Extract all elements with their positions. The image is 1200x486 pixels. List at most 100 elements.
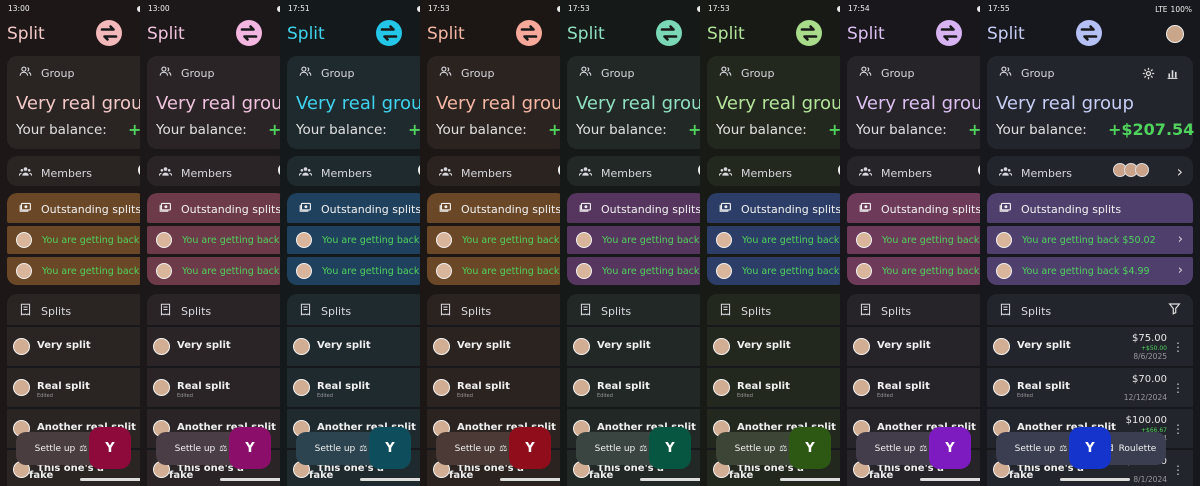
bar-chart-icon[interactable] [1166, 65, 1179, 84]
outstanding-header[interactable]: Outstanding splits [7, 193, 140, 223]
outstanding-row[interactable]: You are getting back $4.99 [427, 257, 560, 285]
split-row[interactable]: Real split Edited $70.00 12/12/2024 ⋮ [987, 366, 1193, 406]
app-logo-icon[interactable] [936, 20, 962, 46]
kebab-icon[interactable]: ⋮ [1172, 340, 1184, 354]
members-card[interactable]: Members › [987, 156, 1193, 186]
status-time: 17:54 [848, 4, 870, 13]
splits-header: Splits [859, 303, 911, 319]
members-card[interactable]: Members [427, 156, 560, 186]
group-card[interactable]: Group Very real group Your balance: +$207.5… [287, 56, 420, 149]
add-split-fab[interactable]: Y [1069, 427, 1111, 469]
outstanding-row[interactable]: You are getting back $50.02 [847, 226, 980, 254]
app-logo-icon[interactable] [1076, 20, 1102, 46]
kebab-icon[interactable]: ⋮ [1172, 422, 1184, 436]
split-row[interactable]: Real split Edited [147, 366, 280, 406]
outstanding-header[interactable]: Outstanding splits [847, 193, 980, 223]
split-row[interactable]: Very split [427, 325, 560, 365]
chevron-right-icon[interactable]: › [1177, 162, 1183, 181]
balance-label: Your balance: [716, 122, 807, 138]
group-card[interactable]: Group Very real group Your balance: +$207.5… [147, 56, 280, 149]
outstanding-row[interactable]: You are getting back $50.02 [147, 226, 280, 254]
app-logo-icon[interactable] [796, 20, 822, 46]
scale-icon: ⚖ [1059, 443, 1068, 454]
split-row[interactable]: Very split [847, 325, 980, 365]
members-card[interactable]: Members [147, 156, 280, 186]
split-row[interactable]: Real split Edited [707, 366, 840, 406]
app-logo-icon[interactable] [516, 20, 542, 46]
split-row[interactable]: Very split [7, 325, 140, 365]
outstanding-row[interactable]: You are getting back $4.99 [707, 257, 840, 285]
outstanding-row[interactable]: You are getting back $50.02 [427, 226, 560, 254]
kebab-icon[interactable]: ⋮ [1172, 381, 1184, 395]
outstanding-row[interactable]: You are getting back $50.02 [567, 226, 700, 254]
add-split-fab[interactable]: Y [89, 427, 131, 469]
group-card[interactable]: Group Very real group Your balance: +$207.5… [987, 56, 1194, 149]
members-card[interactable]: Members [847, 156, 980, 186]
outstanding-row[interactable]: You are getting back $50.02 [707, 226, 840, 254]
split-row[interactable]: Real split Edited [427, 366, 560, 406]
split-row[interactable]: Real split Edited [7, 366, 140, 406]
add-split-fab[interactable]: Y [789, 427, 831, 469]
splits-label: Splits [601, 304, 632, 318]
app-logo-icon[interactable] [236, 20, 262, 46]
chevron-right-icon[interactable]: › [1178, 232, 1183, 247]
gesture-bar [80, 478, 140, 481]
chevron-right-icon[interactable]: › [1178, 263, 1183, 278]
outstanding-row[interactable]: You are getting back $4.99 › [987, 257, 1193, 285]
app-logo-icon[interactable] [656, 20, 682, 46]
group-card[interactable]: Group Very real group Your balance: +$207.5… [847, 56, 980, 149]
outstanding-row[interactable]: You are getting back $50.02 [7, 226, 140, 254]
split-row[interactable]: Real split Edited [847, 366, 980, 406]
split-row[interactable]: Very split [147, 325, 280, 365]
group-card[interactable]: Group Very real group Your balance: +$207.5… [707, 56, 840, 149]
app-logo-icon[interactable] [376, 20, 402, 46]
split-row[interactable]: Real split Edited [287, 366, 420, 406]
members-card[interactable]: Members [7, 156, 140, 186]
people-icon [439, 65, 452, 81]
split-row[interactable]: Very split [707, 325, 840, 365]
gear-icon[interactable] [1142, 65, 1155, 84]
status-time: 17:55 [988, 4, 1010, 13]
outstanding-row[interactable]: You are getting back $50.02 [287, 226, 420, 254]
outstanding-header[interactable]: Outstanding splits [707, 193, 840, 223]
group-card[interactable]: Group Very real group Your balance: +$207.5… [567, 56, 700, 149]
outstanding-row[interactable]: You are getting back $4.99 [567, 257, 700, 285]
add-split-fab[interactable]: Y [369, 427, 411, 469]
profile-avatar[interactable] [1166, 25, 1184, 43]
add-split-fab[interactable]: Y [509, 427, 551, 469]
split-row[interactable]: Very split [287, 325, 420, 365]
outstanding-header[interactable]: Outstanding splits [567, 193, 700, 223]
members-header: Members [299, 165, 372, 181]
avatar [996, 232, 1012, 248]
members-card[interactable]: Members [707, 156, 840, 186]
app-logo-icon[interactable] [96, 20, 122, 46]
members-card[interactable]: Members [567, 156, 700, 186]
outstanding-row[interactable]: You are getting back $4.99 [147, 257, 280, 285]
split-row[interactable]: Very split $75.00 +$50.00 8/6/2025 ⋮ [987, 325, 1193, 365]
outstanding-header[interactable]: Outstanding splits [147, 193, 280, 223]
outstanding-row[interactable]: You are getting back $4.99 [847, 257, 980, 285]
split-row[interactable]: Real split Edited [567, 366, 700, 406]
members-card[interactable]: Members [287, 156, 420, 186]
cash-icon [299, 201, 312, 217]
battery-level: 100% [1170, 4, 1192, 14]
splits-header: Splits [299, 303, 351, 319]
outstanding-header[interactable]: Outstanding splits [427, 193, 560, 223]
receipt-icon [159, 303, 172, 319]
settle-up-label: Settle up [174, 443, 216, 454]
add-split-fab[interactable]: Y [649, 427, 691, 469]
outstanding-row[interactable]: You are getting back $4.99 [7, 257, 140, 285]
outstanding-header[interactable]: Outstanding splits [287, 193, 420, 223]
group-card[interactable]: Group Very real group Your balance: +$207.5… [427, 56, 560, 149]
split-row[interactable]: Very split [567, 325, 700, 365]
avatar [576, 232, 592, 248]
outstanding-row[interactable]: You are getting back $4.99 [287, 257, 420, 285]
outstanding-row[interactable]: You are getting back $50.02 › [987, 226, 1193, 254]
filter-icon[interactable] [1168, 302, 1181, 318]
add-split-fab[interactable]: Y [229, 427, 271, 469]
group-card[interactable]: Group Very real group Your balance: +$207.5… [7, 56, 140, 149]
kebab-icon[interactable]: ⋮ [1172, 463, 1184, 477]
outstanding-header[interactable]: Outstanding splits [987, 193, 1193, 223]
add-split-fab[interactable]: Y [929, 427, 971, 469]
split-change: +$50.00 [1140, 345, 1167, 352]
